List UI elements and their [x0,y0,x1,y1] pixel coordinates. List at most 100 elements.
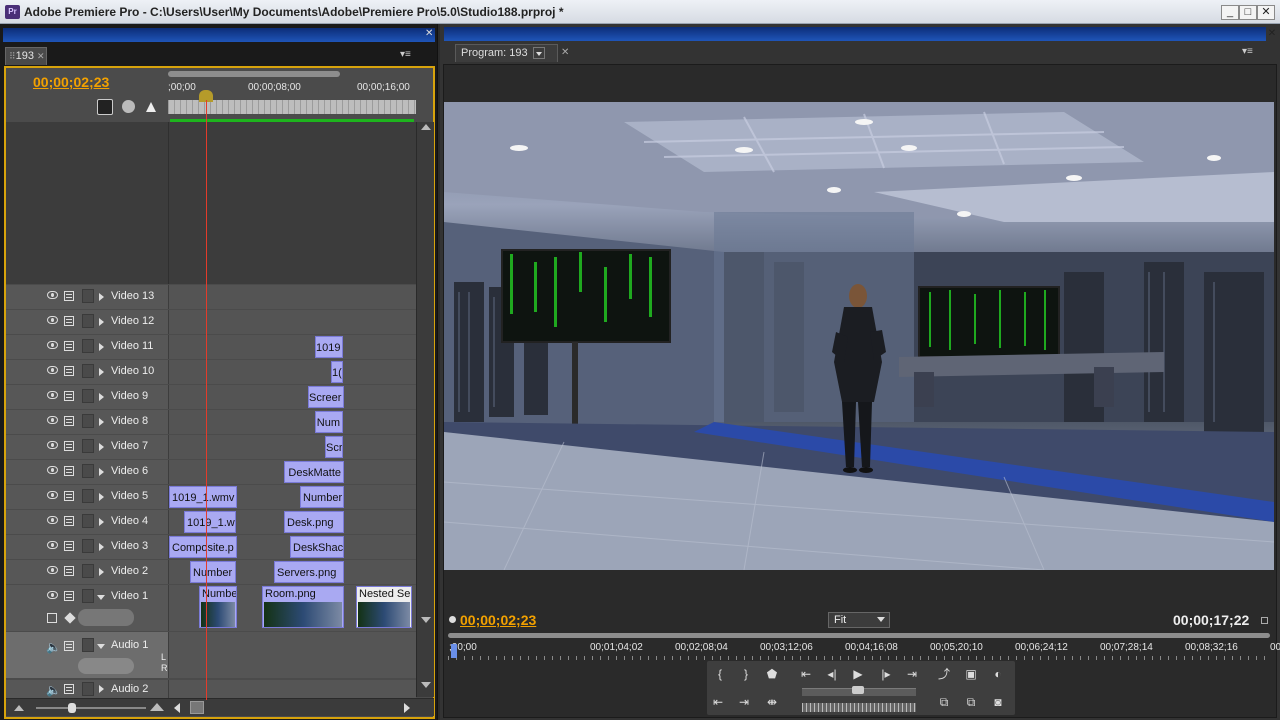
expand-triangle-icon[interactable] [99,418,104,426]
minimize-button[interactable]: _ [1221,5,1239,20]
track-lock-box[interactable] [82,364,94,378]
toggle-sync-lock-icon[interactable] [64,316,74,326]
track-lock-box[interactable] [82,589,94,603]
viewing-area-bar[interactable] [168,71,340,77]
toggle-sync-lock-icon[interactable] [64,641,74,651]
expand-triangle-icon[interactable] [99,518,104,526]
go-to-previous-edit-icon[interactable]: ⇤ [708,692,728,712]
track-row-video-4[interactable]: Video 4 1019_1.w Desk.png [6,510,416,534]
scroll-up-icon[interactable] [421,124,431,130]
output-icon[interactable]: ◐ [988,664,1008,684]
timeline-clip[interactable]: 1019_1.wmv [169,486,237,508]
track-row-video-10[interactable]: Video 10 1( [6,360,416,384]
timeline-clip[interactable]: Desk.png [284,511,344,533]
toggle-output-eye-icon[interactable] [47,341,58,349]
panel-menu-icon[interactable]: ▾≡ [1242,46,1253,57]
playhead-line[interactable] [206,100,207,700]
timeline-clip[interactable]: 1019 [315,336,343,358]
timeline-clip[interactable]: Room.png [262,586,344,628]
go-to-out-icon[interactable]: ⇥ [902,664,922,684]
scroll-down-icon[interactable] [421,617,431,623]
toggle-sync-lock-icon[interactable] [64,541,74,551]
lift-icon[interactable]: ⤴ [934,664,954,684]
track-lock-box[interactable] [82,682,94,696]
track-lock-box[interactable] [82,314,94,328]
toggle-output-eye-icon[interactable] [47,441,58,449]
track-row-video-7[interactable]: Video 7 Scr [6,435,416,459]
toggle-sync-lock-icon[interactable] [64,341,74,351]
step-forward-icon[interactable]: |▸ [876,664,896,684]
toggle-output-eye-icon[interactable] [47,591,58,599]
toggle-output-eye-icon[interactable] [47,291,58,299]
expand-triangle-icon[interactable] [99,293,104,301]
expand-triangle-icon[interactable] [99,685,104,693]
tab-program[interactable]: Program: 193 [455,44,558,62]
zoom-thumb[interactable] [68,703,76,713]
toggle-output-eye-icon[interactable] [47,316,58,324]
set-display-style-icon[interactable] [47,613,57,623]
snap-icon[interactable] [97,99,113,115]
timeline-clip[interactable]: DeskShac [290,536,344,558]
scroll-down-icon[interactable] [421,682,431,688]
toggle-output-eye-icon[interactable] [47,416,58,424]
shuttle-slider[interactable] [802,686,916,696]
mark-out-icon[interactable]: } [736,664,756,684]
timeline-clip[interactable]: Nested Se [356,586,412,628]
zoom-out-icon[interactable] [14,705,24,711]
shuttle-thumb[interactable] [852,686,864,694]
timeline-zoom-scroll[interactable] [6,698,434,716]
expand-triangle-icon[interactable] [99,568,104,576]
scroll-left-icon[interactable] [174,703,180,713]
toggle-sync-lock-icon[interactable] [64,466,74,476]
track-row-video-11[interactable]: Video 11 1019 [6,335,416,359]
step-back-icon[interactable]: ◂| [822,664,842,684]
toggle-sync-lock-icon[interactable] [64,516,74,526]
toggle-output-eye-icon[interactable] [47,366,58,374]
track-row-video-1[interactable]: Video 1 Numbe Room.png Nested Se [6,585,416,631]
track-lock-box[interactable] [82,564,94,578]
tab-sequence[interactable]: ⠿193 ✕ [5,47,47,65]
toggle-output-eye-icon[interactable] [47,491,58,499]
timeline-clip[interactable]: 1( [331,361,343,383]
tab-close-icon[interactable]: ✕ [37,51,45,61]
track-row-video-3[interactable]: Video 3 Composite.p DeskShac [6,535,416,559]
track-lock-box[interactable] [82,539,94,553]
expand-triangle-icon[interactable] [99,543,104,551]
keyframe-navigator[interactable] [78,609,134,626]
track-lock-box[interactable] [82,339,94,353]
toggle-sync-lock-icon[interactable] [64,591,74,601]
track-lock-box[interactable] [82,489,94,503]
track-row-video-12[interactable]: Video 12 [6,310,416,334]
timeline-clip[interactable]: Composite.p [169,536,237,558]
track-row-audio-2[interactable]: 🔈 Audio 2 [6,680,416,700]
track-lock-box[interactable] [82,439,94,453]
go-to-in-icon[interactable]: ⇤ [796,664,816,684]
track-lock-box[interactable] [82,464,94,478]
timeline-clip[interactable]: Screer [308,386,344,408]
expand-triangle-icon[interactable] [99,393,104,401]
toggle-sync-lock-icon[interactable] [64,684,74,694]
track-row-video-5[interactable]: Video 5 1019_1.wmv Number [6,485,416,509]
track-row-video-6[interactable]: Video 6 DeskMatte [6,460,416,484]
expand-triangle-icon[interactable] [99,443,104,451]
track-row-audio-1[interactable]: 🔈 Audio 1 LR [6,632,416,678]
timeline-timecode[interactable]: 00;00;02;23 [33,74,109,90]
timeline-clip[interactable]: DeskMatte [284,461,344,483]
viewing-area-bar[interactable] [448,633,1270,638]
keyframe-navigator[interactable] [78,658,134,674]
speaker-icon[interactable]: 🔈 [46,640,61,654]
toggle-sync-lock-icon[interactable] [64,441,74,451]
timeline-clip[interactable]: Scr [325,436,343,458]
chevron-down-icon[interactable] [532,47,545,60]
timeline-clip[interactable]: Number [300,486,344,508]
speaker-icon[interactable]: 🔈 [46,683,61,697]
track-lock-box[interactable] [82,638,94,652]
toggle-sync-lock-icon[interactable] [64,291,74,301]
expand-triangle-icon[interactable] [99,468,104,476]
toggle-output-eye-icon[interactable] [47,466,58,474]
collapse-triangle-icon[interactable] [97,644,105,649]
toggle-output-eye-icon[interactable] [47,516,58,524]
expand-triangle-icon[interactable] [99,368,104,376]
add-marker-icon[interactable] [146,102,156,112]
zoom-slider[interactable] [36,707,146,709]
